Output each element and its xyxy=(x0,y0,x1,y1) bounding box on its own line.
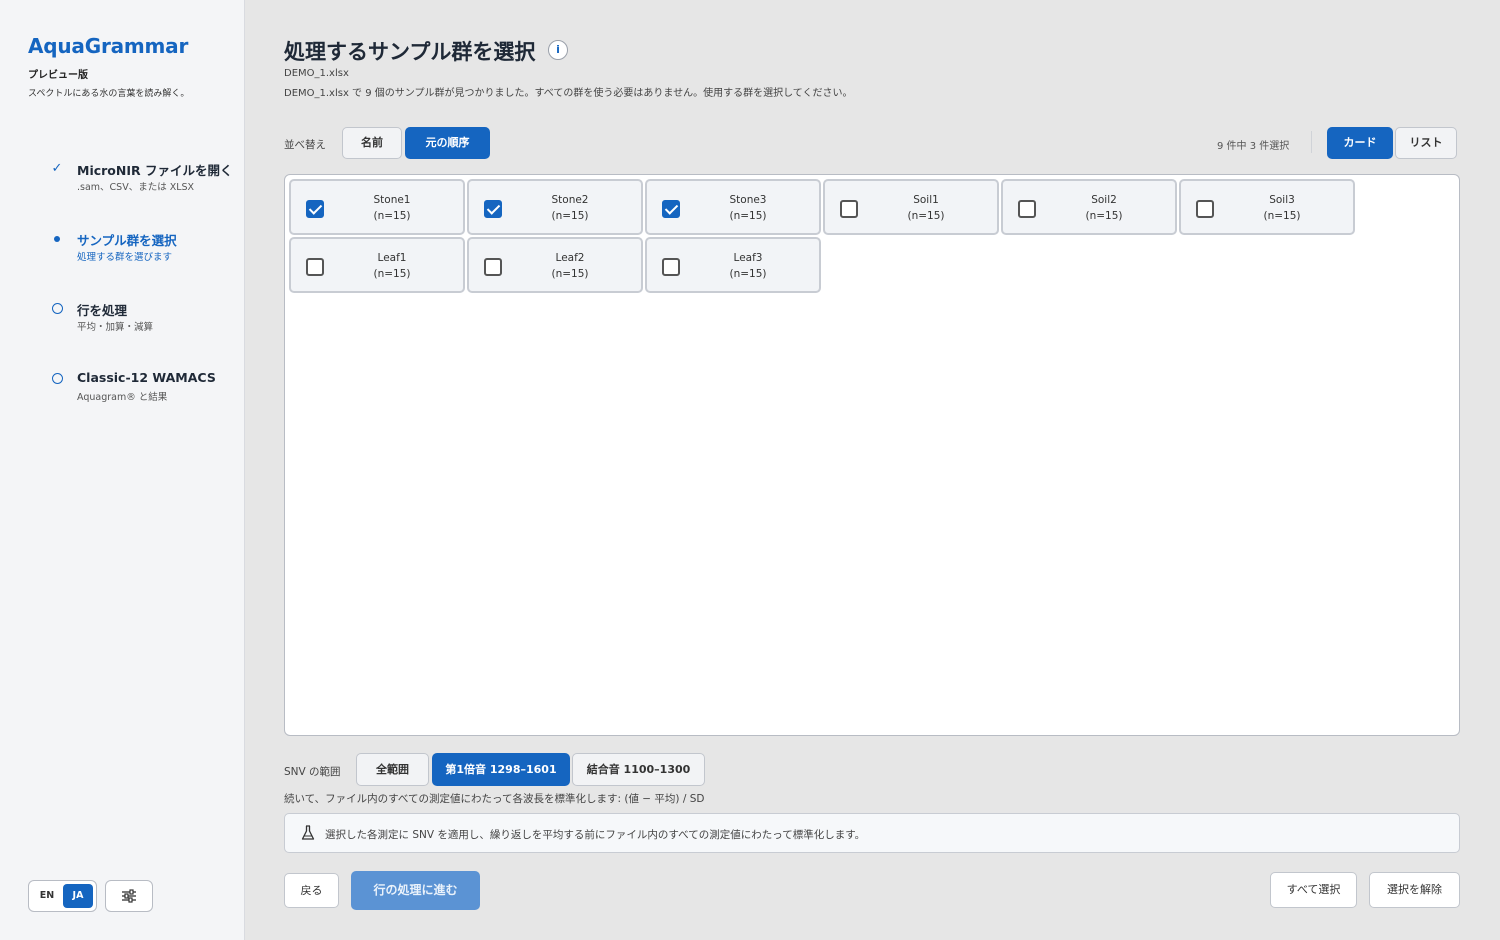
app-edition: プレビュー版 xyxy=(28,70,88,81)
check-icon: ✓ xyxy=(51,161,63,176)
sort-label: 並べ替え xyxy=(284,139,326,151)
group-name: Stone1 xyxy=(373,194,411,206)
group-count: (n=15) xyxy=(551,210,589,222)
group-count: (n=15) xyxy=(551,268,589,280)
group-count: (n=15) xyxy=(907,210,945,222)
settings-button[interactable] xyxy=(105,880,153,912)
clear-selection-button[interactable]: 選択を解除 xyxy=(1369,872,1460,908)
group-card-leaf3[interactable]: Leaf3 (n=15) xyxy=(645,237,821,293)
language-ja-button[interactable]: JA xyxy=(63,884,93,908)
group-name: Leaf1 xyxy=(377,252,407,264)
group-card-soil1[interactable]: Soil1 (n=15) xyxy=(823,179,999,235)
step-title: 行を処理 xyxy=(77,303,128,318)
snv-range-label: SNV の範囲 xyxy=(284,766,341,778)
step-title: Classic-12 WAMACS xyxy=(77,370,216,385)
snv-first-overtone-button[interactable]: 第1倍音 1298–1601 xyxy=(432,753,570,786)
sliders-icon xyxy=(122,889,136,903)
info-icon[interactable]: i xyxy=(548,40,568,60)
group-count: (n=15) xyxy=(373,210,411,222)
group-count: (n=15) xyxy=(1263,210,1301,222)
checkbox[interactable] xyxy=(1018,200,1036,218)
language-toggle: EN JA xyxy=(28,880,97,912)
pending-step-circle-icon xyxy=(50,301,64,318)
step-subtitle: Aquagram® と結果 xyxy=(77,392,168,403)
group-card-stone2[interactable]: Stone2 (n=15) xyxy=(467,179,643,235)
snv-description: 続いて、ファイル内のすべての測定値にわたって各波長を標準化します: (値 − 平… xyxy=(284,793,705,805)
current-step-dot-icon xyxy=(50,231,64,246)
group-card-panel: Stone1 (n=15) Stone2 (n=15) Stone3 (n=15… xyxy=(284,174,1460,736)
language-en-button[interactable]: EN xyxy=(32,884,62,908)
checkbox[interactable] xyxy=(662,200,680,218)
step-subtitle: .sam、CSV、または XLSX xyxy=(77,182,195,193)
card-view-button[interactable]: カード xyxy=(1327,127,1393,159)
group-count: (n=15) xyxy=(1085,210,1123,222)
group-card-soil3[interactable]: Soil3 (n=15) xyxy=(1179,179,1355,235)
group-count: (n=15) xyxy=(729,210,767,222)
page-title: 処理するサンプル群を選択 xyxy=(284,40,536,64)
proceed-button[interactable]: 行の処理に進む xyxy=(351,871,480,910)
app-name: AquaGrammar xyxy=(28,34,189,58)
select-all-button[interactable]: すべて選択 xyxy=(1270,872,1357,908)
group-card-stone3[interactable]: Stone3 (n=15) xyxy=(645,179,821,235)
group-name: Soil3 xyxy=(1269,194,1295,206)
checkbox[interactable] xyxy=(306,258,324,276)
file-name: DEMO_1.xlsx xyxy=(284,68,349,79)
group-card-leaf2[interactable]: Leaf2 (n=15) xyxy=(467,237,643,293)
snv-full-range-button[interactable]: 全範囲 xyxy=(356,753,429,786)
group-card-leaf1[interactable]: Leaf1 (n=15) xyxy=(289,237,465,293)
checkbox[interactable] xyxy=(484,258,502,276)
back-button[interactable]: 戻る xyxy=(284,873,339,908)
checkbox[interactable] xyxy=(1196,200,1214,218)
step-subtitle: 処理する群を選びます xyxy=(77,252,173,263)
step-title: サンプル群を選択 xyxy=(77,233,177,248)
pending-step-circle-icon xyxy=(50,371,64,388)
group-name: Soil2 xyxy=(1091,194,1117,206)
snv-note: 選択した各測定に SNV を適用し、繰り返しを平均する前にファイル内のすべての測… xyxy=(284,813,1460,853)
snv-note-text: 選択した各測定に SNV を適用し、繰り返しを平均する前にファイル内のすべての測… xyxy=(325,829,866,841)
selection-count: 9 件中 3 件選択 xyxy=(1217,141,1290,152)
group-name: Leaf2 xyxy=(555,252,585,264)
checkbox[interactable] xyxy=(662,258,680,276)
group-name: Stone2 xyxy=(551,194,589,206)
checkbox[interactable] xyxy=(306,200,324,218)
group-card-stone1[interactable]: Stone1 (n=15) xyxy=(289,179,465,235)
group-name: Stone3 xyxy=(729,194,767,206)
checkbox[interactable] xyxy=(840,200,858,218)
snv-combination-button[interactable]: 結合音 1100–1300 xyxy=(572,753,705,786)
group-name: Soil1 xyxy=(913,194,939,206)
app-tagline: スペクトルにある水の言葉を読み解く。 xyxy=(28,89,190,99)
sort-by-name-button[interactable]: 名前 xyxy=(342,127,402,159)
step-subtitle: 平均・加算・減算 xyxy=(77,322,154,333)
flask-icon xyxy=(301,825,315,840)
sidebar: AquaGrammar プレビュー版 スペクトルにある水の言葉を読み解く。 ✓ … xyxy=(0,0,245,940)
group-count: (n=15) xyxy=(729,268,767,280)
group-name: Leaf3 xyxy=(733,252,763,264)
list-view-button[interactable]: リスト xyxy=(1395,127,1457,159)
group-count: (n=15) xyxy=(373,268,411,280)
page-description: DEMO_1.xlsx で 9 個のサンプル群が見つかりました。すべての群を使う… xyxy=(284,88,853,99)
group-card-soil2[interactable]: Soil2 (n=15) xyxy=(1001,179,1177,235)
sort-original-order-button[interactable]: 元の順序 xyxy=(405,127,490,159)
checkbox[interactable] xyxy=(484,200,502,218)
divider xyxy=(1311,131,1312,153)
step-title: MicroNIR ファイルを開く xyxy=(77,163,233,178)
